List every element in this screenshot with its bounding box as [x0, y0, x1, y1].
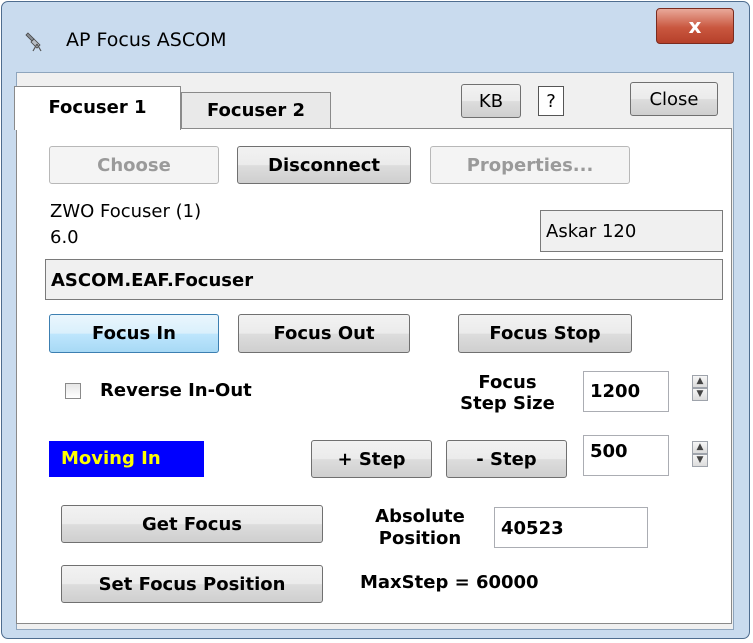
spin-down-arrow-icon[interactable]: ▼ [692, 454, 708, 467]
spin-up-arrow-icon[interactable]: ▲ [692, 441, 708, 454]
set-focus-position-button[interactable]: Set Focus Position [61, 565, 323, 603]
plus-step-button[interactable]: + Step [311, 440, 432, 478]
title-bar[interactable]: AP Focus ASCOM x [2, 2, 749, 72]
focus-stop-button[interactable]: Focus Stop [458, 314, 632, 353]
kb-button[interactable]: KB [461, 84, 521, 118]
window-title: AP Focus ASCOM [66, 29, 227, 51]
absolute-position-field[interactable]: 40523 [494, 507, 648, 548]
max-step-text: MaxStep = 60000 [360, 572, 539, 593]
telescope-app-icon [25, 32, 42, 52]
step-size-spinner[interactable]: ▲ ▼ [692, 375, 708, 401]
tab-focuser-2[interactable]: Focuser 2 [181, 92, 331, 128]
properties-button[interactable]: Properties... [430, 146, 630, 184]
step-size-input[interactable]: 1200 [583, 371, 669, 412]
close-button[interactable]: Close [630, 82, 718, 116]
disconnect-button[interactable]: Disconnect [237, 146, 411, 184]
device-name: ZWO Focuser (1) [50, 201, 202, 222]
step-amount-spinner[interactable]: ▲ ▼ [692, 441, 708, 467]
focus-out-button[interactable]: Focus Out [238, 314, 410, 353]
tab-focuser-1[interactable]: Focuser 1 [14, 86, 181, 130]
minus-step-button[interactable]: - Step [446, 440, 567, 478]
help-button[interactable]: ? [538, 86, 564, 116]
reverse-in-out-checkbox[interactable] [65, 383, 81, 399]
driver-id: ASCOM.EAF.Focuser [51, 270, 254, 291]
spin-down-arrow-icon[interactable]: ▼ [692, 388, 708, 401]
focus-in-button[interactable]: Focus In [49, 314, 219, 353]
get-focus-button[interactable]: Get Focus [61, 505, 323, 543]
driver-version: 6.0 [50, 227, 79, 248]
spin-up-arrow-icon[interactable]: ▲ [692, 375, 708, 388]
step-size-label: Focus Step Size [460, 372, 555, 414]
status-indicator: Moving In [49, 441, 204, 477]
telescope-name: Askar 120 [546, 221, 637, 242]
telescope-name-field: Askar 120 [540, 210, 723, 252]
step-amount-input[interactable]: 500 [583, 435, 669, 476]
choose-button[interactable]: Choose [49, 146, 219, 184]
absolute-position-label: Absolute Position [375, 506, 465, 549]
window-close-icon[interactable]: x [656, 8, 734, 44]
driver-id-field: ASCOM.EAF.Focuser [45, 259, 723, 300]
reverse-in-out-label: Reverse In-Out [100, 380, 252, 401]
